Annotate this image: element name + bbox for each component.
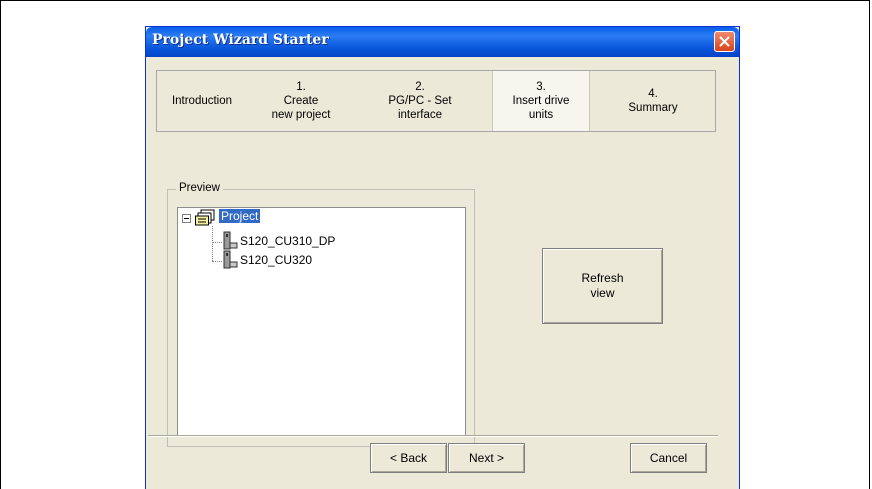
- next-button-label: Next >: [468, 451, 504, 465]
- back-button-label: < Back: [389, 451, 428, 465]
- tab-label: interface: [397, 109, 443, 121]
- close-button[interactable]: [714, 31, 735, 52]
- tab-step-number: 4.: [648, 88, 658, 100]
- cancel-button[interactable]: Cancel: [630, 443, 707, 473]
- refresh-view-label: Refresh view: [573, 271, 633, 301]
- tab-step-number: 1.: [296, 81, 306, 93]
- close-icon: [719, 36, 730, 47]
- tab-label: PG/PC - Set: [388, 95, 452, 107]
- tab-label: Summary: [628, 102, 678, 114]
- window-title: Project Wizard Starter: [152, 32, 329, 48]
- project-tree[interactable]: Project S120_CU310_DP S120_CU320: [177, 207, 466, 437]
- title-bar[interactable]: Project Wizard Starter: [146, 27, 739, 57]
- tab-step-number: 2.: [415, 81, 425, 93]
- refresh-view-text: Refresh view: [581, 271, 624, 300]
- wizard-steps: Introduction 1. Create new project 2. PG…: [156, 70, 716, 132]
- tab-summary[interactable]: 4. Summary: [603, 71, 703, 131]
- tab-label: Insert drive: [512, 95, 570, 107]
- tab-label: Create: [283, 95, 319, 107]
- preview-group: Preview Project S120_CU310_DP S120_CU320: [167, 182, 475, 447]
- wizard-window: Project Wizard Starter Introduction 1. C…: [146, 27, 739, 489]
- tree-item-s120-cu320[interactable]: S120_CU320: [240, 253, 312, 267]
- tab-introduction[interactable]: Introduction: [157, 71, 247, 131]
- tab-step-number: 3.: [536, 81, 546, 93]
- tab-pgpc-set-interface[interactable]: 2. PG/PC - Set interface: [365, 71, 475, 131]
- next-button[interactable]: Next >: [448, 443, 525, 473]
- back-button[interactable]: < Back: [370, 443, 447, 473]
- collapse-icon[interactable]: [182, 214, 191, 223]
- tab-create-new-project[interactable]: 1. Create new project: [253, 71, 349, 131]
- tab-label: new project: [271, 109, 331, 121]
- tree-root-project[interactable]: Project: [219, 209, 261, 223]
- tree-item-s120-cu310-dp[interactable]: S120_CU310_DP: [240, 234, 335, 248]
- drive-unit-icon: [222, 250, 238, 275]
- tab-label: Introduction: [171, 95, 233, 107]
- refresh-view-button[interactable]: Refresh view: [542, 248, 663, 324]
- button-separator: [148, 435, 718, 437]
- cancel-button-label: Cancel: [649, 451, 688, 465]
- project-folder-icon: [195, 209, 217, 231]
- preview-label: Preview: [176, 182, 223, 194]
- tab-insert-drive-units[interactable]: 3. Insert drive units: [492, 71, 590, 131]
- tab-label: units: [528, 109, 554, 121]
